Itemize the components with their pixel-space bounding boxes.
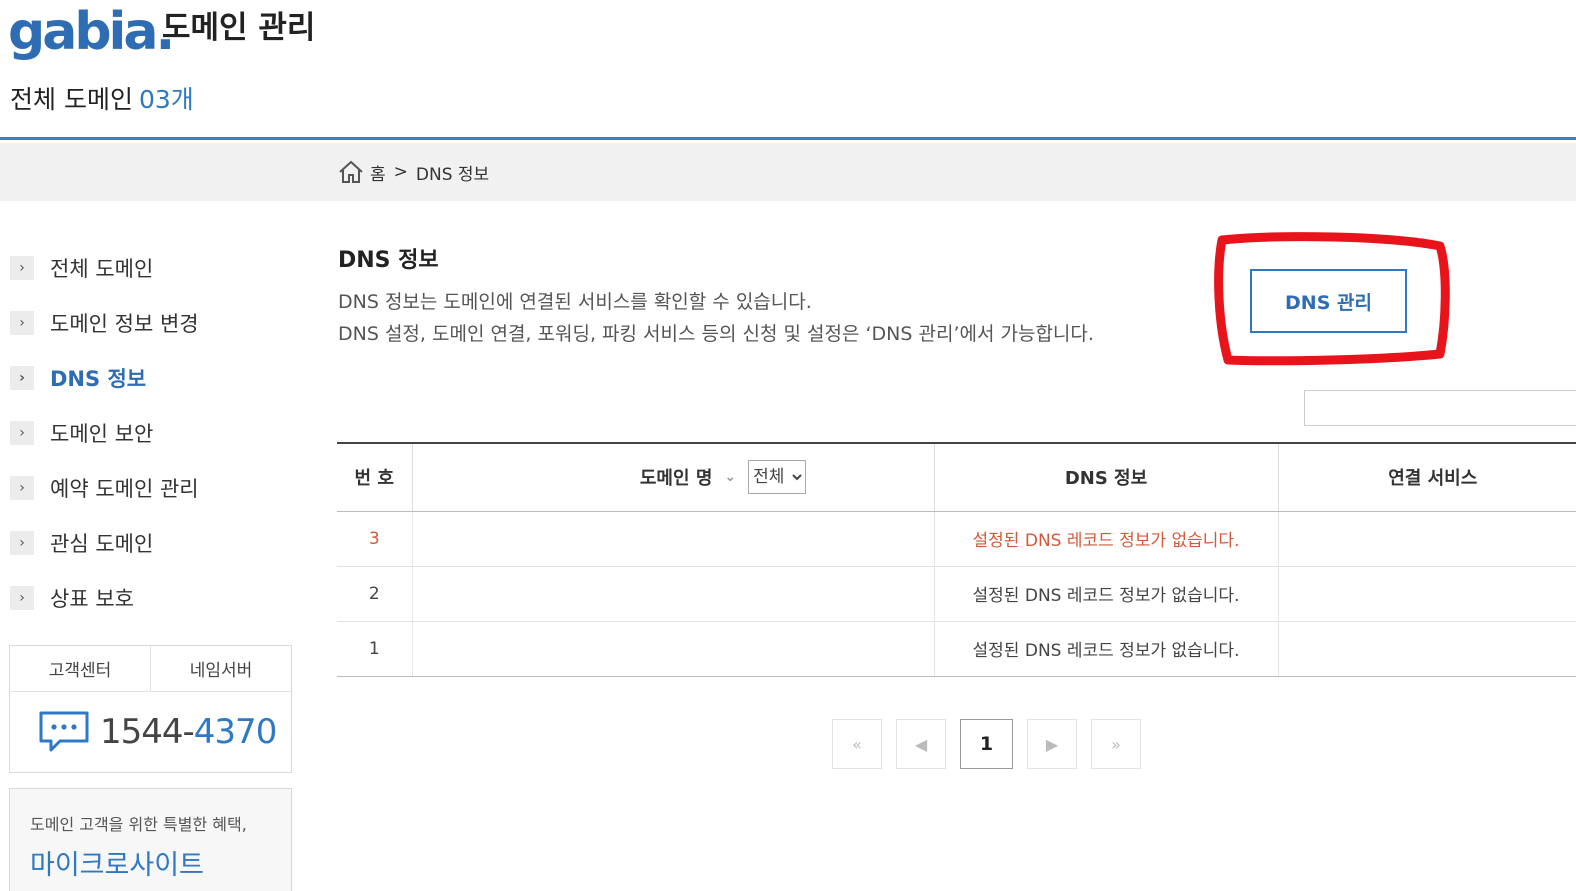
- site-title: 도메인 관리: [162, 10, 316, 46]
- sidebar-item-label: 전체 도메인: [50, 256, 154, 281]
- sidebar-item-domain-info-change[interactable]: › 도메인 정보 변경: [10, 295, 292, 350]
- sidebar-item-reserved-domains[interactable]: › 예약 도메인 관리: [10, 460, 292, 515]
- all-domain-count: 03개: [138, 85, 194, 114]
- last-page-button[interactable]: »: [1091, 719, 1141, 769]
- breadcrumb-current: DNS 정보: [415, 164, 490, 185]
- chevron-right-icon: ›: [10, 255, 34, 280]
- col-header-service: 연결 서비스: [1277, 443, 1576, 512]
- next-page-button[interactable]: ▶: [1027, 719, 1077, 769]
- chevron-down-icon[interactable]: ⌄: [724, 469, 736, 485]
- home-icon[interactable]: [338, 159, 364, 185]
- dns-manage-button[interactable]: DNS 관리: [1250, 269, 1407, 333]
- pagination: « ◀ 1 ▶ »: [832, 719, 1141, 769]
- customer-center-box: 고객센터 네임서버 1544-4370: [9, 645, 292, 773]
- page-title: DNS 정보: [338, 248, 439, 273]
- col-header-dns: DNS 정보: [933, 443, 1278, 512]
- sidebar-item-all-domains[interactable]: › 전체 도메인: [10, 240, 292, 295]
- row-service: [1277, 511, 1576, 567]
- row-service: [1277, 621, 1576, 677]
- chevron-right-icon: ›: [10, 475, 34, 500]
- col-header-no: 번 호: [337, 443, 412, 512]
- chat-bubble-icon: [39, 711, 89, 752]
- sidebar-item-label: 도메인 정보 변경: [50, 311, 199, 336]
- header: gabia. 도메인 관리 전체 도메인 03개: [0, 0, 1576, 140]
- sidebar-item-label: 예약 도메인 관리: [50, 476, 199, 501]
- breadcrumb-home[interactable]: 홈: [370, 160, 386, 185]
- current-page[interactable]: 1: [960, 719, 1013, 769]
- sidebar-item-watched-domains[interactable]: › 관심 도메인: [10, 515, 292, 570]
- all-domain-summary: 전체 도메인 03개: [10, 84, 194, 116]
- sidebar-item-label: DNS 정보: [50, 366, 147, 391]
- cs-phone-number: 1544-4370: [100, 712, 277, 752]
- table-row[interactable]: 3 설정된 DNS 레코드 정보가 없습니다.: [337, 511, 1576, 567]
- row-dns: 설정된 DNS 레코드 정보가 없습니다.: [933, 621, 1278, 677]
- promo-line-1: 도메인 고객을 위한 특별한 혜택,: [30, 815, 247, 834]
- sidebar-nav: › 전체 도메인 › 도메인 정보 변경 › DNS 정보 › 도메인 보안 ›…: [10, 240, 292, 625]
- table-header-row: 번 호 도메인 명 ⌄ 전체 DNS 정보 연결 서비스: [337, 443, 1576, 512]
- row-dns: 설정된 DNS 레코드 정보가 없습니다.: [933, 511, 1278, 567]
- row-no: 1: [337, 621, 412, 677]
- chevron-right-icon: ›: [10, 420, 34, 445]
- dns-info-table: 번 호 도메인 명 ⌄ 전체 DNS 정보 연결 서비스 3 설정된 DNS 레…: [337, 442, 1576, 677]
- sidebar-item-label: 상표 보호: [50, 586, 134, 611]
- row-domain: [411, 566, 934, 622]
- prev-page-button[interactable]: ◀: [896, 719, 946, 769]
- sidebar-item-trademark-protection[interactable]: › 상표 보호: [10, 570, 292, 625]
- table-row[interactable]: 1 설정된 DNS 레코드 정보가 없습니다.: [337, 621, 1576, 677]
- row-domain: [411, 511, 934, 567]
- breadcrumb-separator: >: [393, 162, 408, 182]
- cs-tabs: 고객센터 네임서버: [10, 646, 291, 692]
- page-description-2: DNS 설정, 도메인 연결, 포워딩, 파킹 서비스 등의 신청 및 설정은 …: [338, 323, 1094, 345]
- cs-phone: 1544-4370: [10, 692, 291, 772]
- gabia-logo[interactable]: gabia.: [8, 2, 175, 62]
- chevron-right-icon: ›: [10, 530, 34, 555]
- sidebar-item-dns-info[interactable]: › DNS 정보: [10, 350, 292, 405]
- row-domain: [411, 621, 934, 677]
- domain-filter-select[interactable]: 전체: [748, 460, 807, 495]
- row-service: [1277, 566, 1576, 622]
- tab-nameserver[interactable]: 네임서버: [150, 646, 291, 691]
- row-dns: 설정된 DNS 레코드 정보가 없습니다.: [933, 566, 1278, 622]
- sidebar-item-domain-security[interactable]: › 도메인 보안: [10, 405, 292, 460]
- all-domain-label: 전체 도메인: [10, 85, 133, 114]
- promo-banner[interactable]: 도메인 고객을 위한 특별한 혜택, 마이크로사이트: [9, 788, 292, 891]
- chevron-right-icon: ›: [10, 310, 34, 335]
- chevron-right-icon: ›: [10, 585, 34, 610]
- tab-customer-center[interactable]: 고객센터: [10, 646, 150, 691]
- row-no: 2: [337, 566, 412, 622]
- chevron-right-icon: ›: [10, 365, 34, 390]
- row-no: 3: [337, 511, 412, 567]
- sidebar-item-label: 도메인 보안: [50, 421, 154, 446]
- table-row[interactable]: 2 설정된 DNS 레코드 정보가 없습니다.: [337, 566, 1576, 622]
- col-header-domain: 도메인 명 ⌄ 전체: [411, 443, 934, 512]
- search-input[interactable]: [1304, 390, 1576, 426]
- col-header-domain-label: 도메인 명: [639, 468, 713, 490]
- page-description-1: DNS 정보는 도메인에 연결된 서비스를 확인할 수 있습니다.: [338, 291, 812, 313]
- sidebar-item-label: 관심 도메인: [50, 531, 154, 556]
- first-page-button[interactable]: «: [832, 719, 882, 769]
- breadcrumb: 홈 > DNS 정보: [338, 159, 489, 185]
- breadcrumb-bar: 홈 > DNS 정보: [0, 143, 1576, 201]
- promo-line-2: 마이크로사이트: [30, 850, 204, 881]
